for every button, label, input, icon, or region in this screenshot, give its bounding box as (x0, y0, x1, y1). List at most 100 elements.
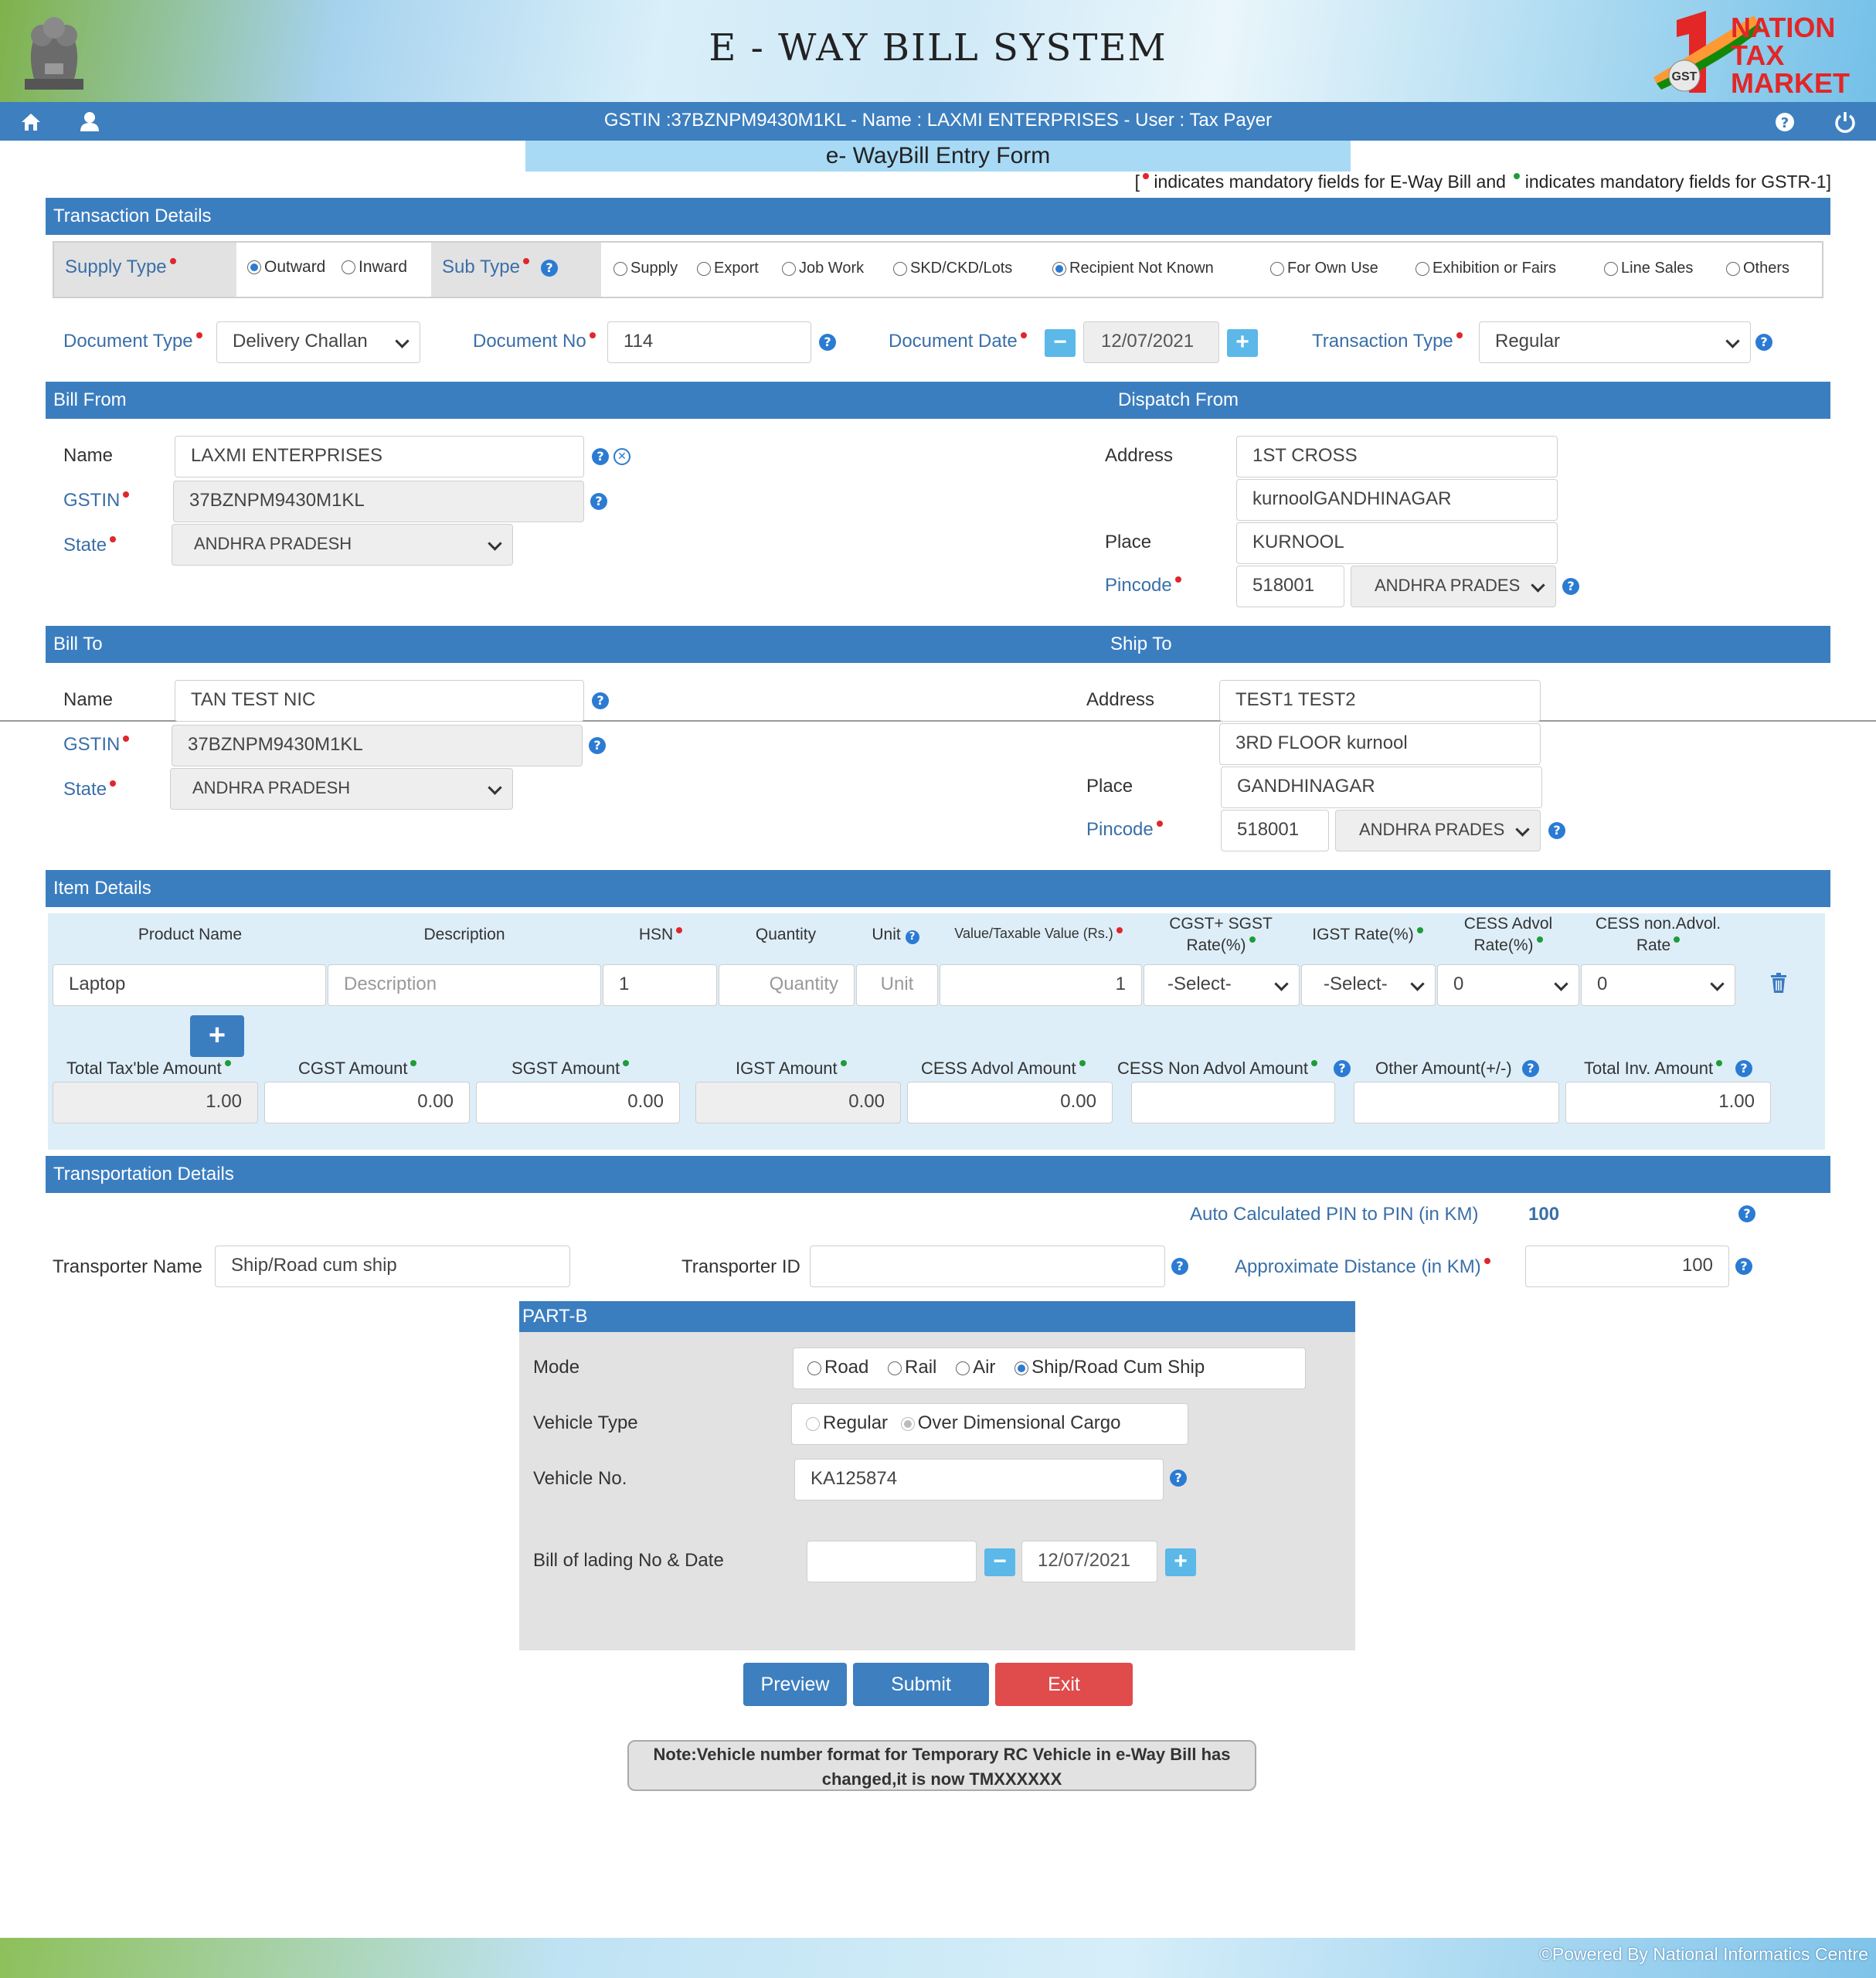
sub-option-others[interactable]: Others (1726, 260, 1789, 277)
document-type-label: Document Type (63, 331, 202, 352)
mode-road[interactable]: Road (807, 1357, 868, 1378)
section-ship-to: Ship To (1110, 634, 1172, 654)
vehicle-no-input[interactable]: KA125874 (794, 1459, 1164, 1500)
other-amount-input[interactable] (1354, 1082, 1559, 1123)
sub-option-exhibition[interactable]: Exhibition or Fairs (1415, 260, 1556, 277)
preview-button[interactable]: Preview (743, 1663, 847, 1706)
bill-lading-no-input[interactable] (807, 1541, 977, 1582)
item-product-input[interactable]: Laptop (53, 964, 326, 1006)
dispatch-pincode-input[interactable]: 518001 (1236, 566, 1344, 607)
item-hsn-input[interactable]: 1 (603, 964, 717, 1006)
sub-option-supply[interactable]: Supply (613, 260, 678, 277)
supply-option-inward[interactable]: Inward (342, 258, 407, 277)
power-icon[interactable] (1833, 110, 1857, 134)
document-no-input[interactable]: 114 (607, 321, 811, 363)
transaction-type-select[interactable]: Regular (1479, 321, 1751, 363)
other-amount-help-icon[interactable]: ? (1522, 1060, 1539, 1077)
vehicle-type-regular[interactable]: Regular (806, 1412, 888, 1433)
help-icon[interactable]: ? (1772, 110, 1797, 134)
mode-radio-group: Road Rail Air Ship/Road Cum Ship (793, 1348, 1306, 1389)
sub-option-export[interactable]: Export (697, 260, 759, 277)
bill-lading-date-input[interactable]: 12/07/2021 (1021, 1541, 1157, 1582)
igst-amount-input[interactable]: 0.00 (695, 1082, 901, 1123)
total-taxable-input[interactable]: 1.00 (53, 1082, 258, 1123)
bill-lading-date-plus-button[interactable]: + (1165, 1548, 1196, 1576)
auto-pin-help-icon[interactable]: ? (1738, 1205, 1755, 1222)
trash-icon[interactable] (1769, 972, 1788, 994)
mode-ship-road[interactable]: Ship/Road Cum Ship (1014, 1357, 1205, 1378)
sub-option-own-use[interactable]: For Own Use (1270, 260, 1378, 277)
cess-nonadvol-amount-input[interactable] (1131, 1082, 1335, 1123)
transporter-id-help-icon[interactable]: ? (1171, 1258, 1188, 1275)
bill-to-gstin-input[interactable]: 37BZNPM9430M1KL (172, 725, 583, 766)
transporter-id-input[interactable] (810, 1246, 1165, 1287)
bill-from-name-help-icon[interactable]: ? (592, 448, 609, 465)
cess-advol-amount-input[interactable]: 0.00 (907, 1082, 1113, 1123)
ship-address1-input[interactable]: TEST1 TEST2 (1219, 680, 1541, 722)
dispatch-pincode-help-icon[interactable]: ? (1562, 578, 1579, 595)
document-type-select[interactable]: Delivery Challan (216, 321, 420, 363)
total-inv-amount-input[interactable]: 1.00 (1565, 1082, 1771, 1123)
ship-address2-input[interactable]: 3RD FLOOR kurnool (1219, 723, 1541, 765)
transporter-name-input[interactable]: Ship/Road cum ship (215, 1246, 570, 1287)
item-cess-advol-select[interactable]: 0 (1437, 964, 1579, 1006)
ship-place-input[interactable]: GANDHINAGAR (1221, 766, 1542, 808)
auto-pin-label: Auto Calculated PIN to PIN (in KM) (1190, 1204, 1479, 1225)
bill-to-state-select[interactable]: ANDHRA PRADESH (170, 768, 513, 810)
bill-from-name-input[interactable]: LAXMI ENTERPRISES (175, 436, 584, 478)
bill-to-name-help-icon[interactable]: ? (592, 692, 609, 709)
bill-to-gstin-help-icon[interactable]: ? (589, 737, 606, 754)
item-cgst-sgst-select[interactable]: -Select- (1144, 964, 1300, 1006)
form-title: e- WayBill Entry Form (525, 141, 1351, 172)
dispatch-address1-input[interactable]: 1ST CROSS (1236, 436, 1558, 478)
dispatch-state-select[interactable]: ANDHRA PRADES (1351, 566, 1556, 607)
vehicle-type-odc[interactable]: Over Dimensional Cargo (900, 1412, 1121, 1433)
transaction-type-help-icon[interactable]: ? (1755, 334, 1772, 351)
bill-lading-date-minus-button[interactable]: − (984, 1548, 1015, 1576)
bill-from-gstin-help-icon[interactable]: ? (590, 493, 607, 510)
sgst-amount-input[interactable]: 0.00 (476, 1082, 680, 1123)
sub-option-line-sales[interactable]: Line Sales (1604, 260, 1693, 277)
dispatch-address2-input[interactable]: kurnoolGANDHINAGAR (1236, 479, 1558, 521)
approx-distance-input[interactable]: 100 (1525, 1246, 1729, 1287)
vehicle-no-help-icon[interactable]: ? (1170, 1470, 1187, 1487)
item-igst-select[interactable]: -Select- (1301, 964, 1436, 1006)
header-cgst-sgst-rate: CGST+ SGST Rate(%) (1169, 915, 1273, 954)
mode-air[interactable]: Air (956, 1357, 995, 1378)
sub-type-help-icon[interactable]: ? (541, 260, 558, 277)
unit-help-icon[interactable]: ? (905, 930, 919, 944)
sub-option-job-work[interactable]: Job Work (782, 260, 864, 277)
bill-to-name-input[interactable]: TAN TEST NIC (175, 680, 584, 722)
ship-pincode-input[interactable]: 518001 (1221, 810, 1329, 851)
total-inv-label: Total Inv. Amount (1584, 1059, 1723, 1079)
sub-option-skd[interactable]: SKD/CKD/Lots (893, 260, 1012, 277)
add-item-button[interactable]: + (190, 1015, 244, 1057)
item-quantity-input[interactable]: Quantity (719, 964, 855, 1006)
document-date-minus-button[interactable]: − (1045, 329, 1076, 357)
section-transaction-details: Transaction Details (46, 198, 1830, 235)
cgst-amount-input[interactable]: 0.00 (264, 1082, 470, 1123)
submit-button[interactable]: Submit (853, 1663, 989, 1706)
item-description-input[interactable]: Description (328, 964, 601, 1006)
document-date-plus-button[interactable]: + (1227, 329, 1258, 357)
item-cess-nonadvol-select[interactable]: 0 (1581, 964, 1735, 1006)
supply-option-outward[interactable]: Outward (247, 258, 325, 277)
ship-pincode-help-icon[interactable]: ? (1548, 822, 1565, 839)
item-value-input[interactable]: 1 (940, 964, 1142, 1006)
cess-nonadvol-help-icon[interactable]: ? (1334, 1060, 1351, 1077)
mode-rail[interactable]: Rail (888, 1357, 936, 1378)
section-bill-to: Bill To Ship To (46, 626, 1830, 663)
approx-distance-help-icon[interactable]: ? (1735, 1258, 1752, 1275)
bill-from-gstin-input[interactable]: 37BZNPM9430M1KL (173, 481, 584, 522)
ship-state-select[interactable]: ANDHRA PRADES (1335, 810, 1541, 851)
document-no-help-icon[interactable]: ? (819, 334, 836, 351)
cess-nonadvol-amount-label: CESS Non Advol Amount (1117, 1059, 1318, 1079)
total-inv-help-icon[interactable]: ? (1735, 1060, 1752, 1077)
bill-from-state-select[interactable]: ANDHRA PRADESH (172, 524, 513, 566)
sub-option-recipient-not-known[interactable]: Recipient Not Known (1052, 260, 1214, 277)
document-date-input[interactable]: 12/07/2021 (1083, 321, 1219, 363)
item-unit-input[interactable]: Unit (856, 964, 938, 1006)
exit-button[interactable]: Exit (995, 1663, 1133, 1706)
bill-from-name-clear-icon[interactable]: ✕ (613, 448, 630, 465)
dispatch-place-input[interactable]: KURNOOL (1236, 522, 1558, 564)
